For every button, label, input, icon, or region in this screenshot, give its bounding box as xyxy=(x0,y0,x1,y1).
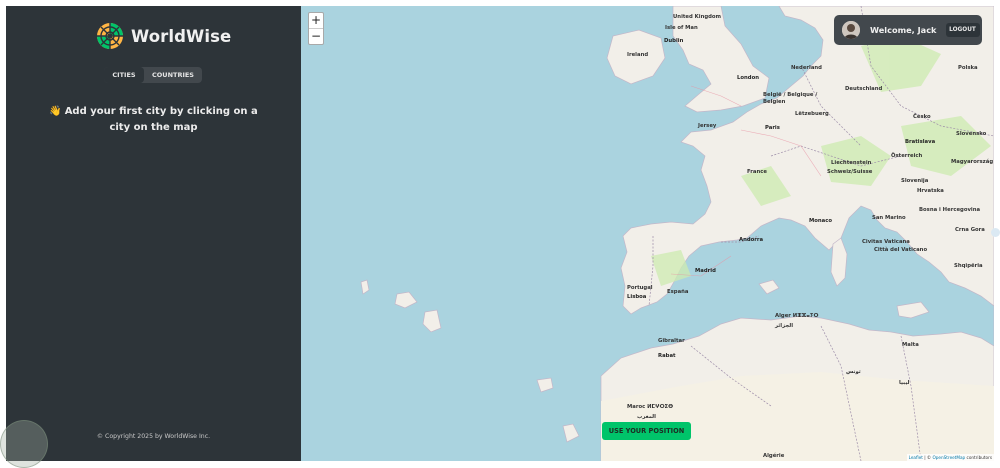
map-label-shqiperia: Shqipëria xyxy=(954,263,983,269)
map-label-isle-of-man: Isle of Man xyxy=(665,25,698,31)
map-label-portugal: Portugal xyxy=(627,285,653,291)
app-frame: WorldWise CITIES COUNTRIES 👋 Add your fir… xyxy=(6,6,994,461)
map-label-malta: Malta xyxy=(902,342,919,348)
map-label-deutschland: Deutschland xyxy=(845,86,883,92)
map-label-maroc: Maroc ⵍⵎⵖⵔⵉⴱ xyxy=(627,404,674,410)
app-name: WorldWise xyxy=(131,26,232,46)
map-label-citta-del-vaticano: Città del Vaticano xyxy=(874,247,928,253)
map-label-alger: Alger ⵍⵣⵣⴰⵢⵔ xyxy=(775,313,819,319)
map-label-france: France xyxy=(747,169,767,175)
map-label-alger-ar: الجزائر xyxy=(775,323,794,329)
attribution-separator: | © xyxy=(922,455,933,460)
map-label-gibraltar: Gibraltar xyxy=(658,338,685,344)
osm-link[interactable]: OpenStreetMap xyxy=(932,455,965,460)
map-label-polska: Polska xyxy=(958,65,978,71)
map-label-rabat: Rabat xyxy=(658,353,676,359)
tab-cities[interactable]: CITIES xyxy=(104,67,144,83)
map-label-espana: España xyxy=(667,289,689,295)
map[interactable]: United Kingdom Isle of Man Dublin Irelan… xyxy=(301,6,994,461)
logo[interactable]: WorldWise xyxy=(96,22,231,50)
map-label-bratislava: Bratislava xyxy=(905,139,936,145)
map-label-dublin: Dublin xyxy=(664,38,684,44)
map-label-andorra: Andorra xyxy=(739,237,764,243)
map-label-paris: Paris xyxy=(765,125,780,131)
map-marker-icon xyxy=(991,228,1000,237)
map-label-hrvatska: Hrvatska xyxy=(917,188,944,194)
welcome-text: Welcome, Jack xyxy=(870,25,937,35)
map-label-crna-gora: Crna Gora xyxy=(955,227,985,233)
empty-state-text: Add your first city by clicking on a cit… xyxy=(64,106,258,133)
map-label-monaco: Monaco xyxy=(809,218,833,224)
map-label-united-kingdom: United Kingdom xyxy=(673,14,722,20)
map-label-schweiz: Schweiz/Suisse xyxy=(827,169,873,175)
map-label-nederland: Nederland xyxy=(791,65,822,71)
overlay-badge-icon xyxy=(0,420,48,468)
map-label-algerie: Algérie xyxy=(763,453,785,459)
use-position-button[interactable]: USE YOUR POSITION xyxy=(602,422,691,440)
map-label-belgie: België / Belgique / Belgien xyxy=(763,92,818,105)
avatar-image xyxy=(842,21,860,39)
map-label-lisboa: Lisboa xyxy=(627,294,647,300)
map-label-maroc-ar: المغرب xyxy=(637,414,656,420)
map-label-liechtenstein: Liechtenstein xyxy=(831,160,872,166)
map-label-slovenija: Slovenija xyxy=(901,178,929,184)
logout-button[interactable]: LOGOUT xyxy=(945,23,980,37)
map-label-san-marino: San Marino xyxy=(872,215,906,221)
copyright: © Copyright 2025 by WorldWise Inc. xyxy=(96,433,211,440)
worldwise-logo-icon xyxy=(97,23,123,49)
waving-hand-icon: 👋 xyxy=(49,106,62,117)
attribution-contributors: contributors xyxy=(965,455,992,460)
map-attribution: Leaflet | © OpenStreetMap contributors xyxy=(906,454,994,461)
sidebar: WorldWise CITIES COUNTRIES 👋 Add your fir… xyxy=(6,6,301,461)
tab-countries[interactable]: COUNTRIES xyxy=(144,67,202,83)
map-label-libya: ليبيا xyxy=(899,380,910,386)
empty-state-message: 👋 Add your first city by clicking on a ci… xyxy=(46,104,261,135)
map-label-ireland: Ireland xyxy=(627,52,649,58)
leaflet-link[interactable]: Leaflet xyxy=(909,455,923,460)
map-tiles xyxy=(360,6,994,461)
map-label-jersey: Jersey xyxy=(698,123,717,129)
map-label-madrid: Madrid xyxy=(695,268,716,274)
zoom-control: + − xyxy=(308,12,324,45)
map-label-magyarorszag: Magyarország xyxy=(951,159,994,165)
tab-switch: CITIES COUNTRIES xyxy=(104,67,202,83)
zoom-out-button[interactable]: − xyxy=(309,28,323,44)
map-label-luxembourg: Lëtzebuerg xyxy=(795,111,829,117)
map-label-slovensko: Slovensko xyxy=(956,131,987,137)
map-label-london: London xyxy=(737,75,759,81)
map-label-civitas-vaticana: Civitas Vaticana xyxy=(862,239,910,245)
map-label-bosna: Bosna i Hercegovina xyxy=(919,207,981,213)
user-panel: Welcome, Jack LOGOUT xyxy=(834,15,982,45)
user-avatar xyxy=(842,21,860,39)
zoom-in-button[interactable]: + xyxy=(309,13,323,28)
map-label-osterreich: Österreich xyxy=(891,153,923,159)
map-label-cesko: Česko xyxy=(913,114,931,120)
map-label-tunis: تونس xyxy=(846,369,861,375)
